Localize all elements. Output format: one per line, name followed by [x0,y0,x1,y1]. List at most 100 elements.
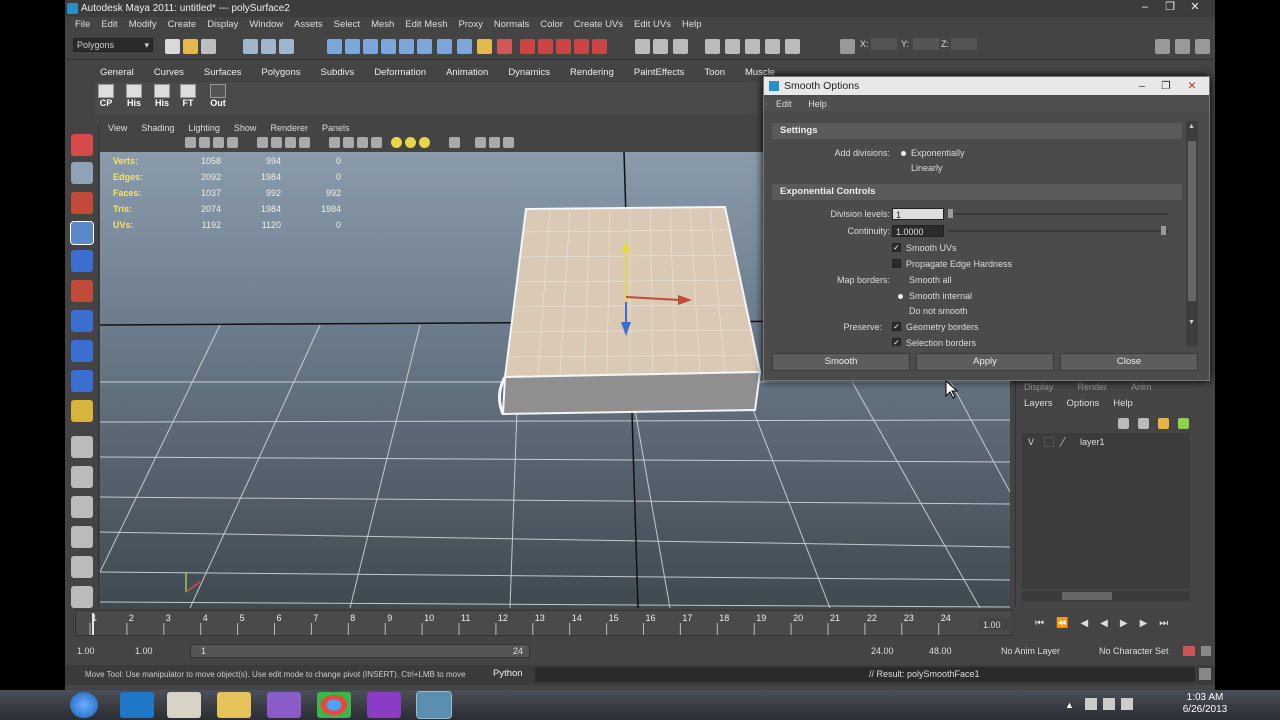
division-levels-field[interactable]: 1 [892,208,944,220]
selection-borders-checkbox[interactable]: ✓ [892,338,901,346]
layer-row[interactable]: V layer1 [1022,437,1190,451]
shelf-tab-general[interactable]: General [100,66,134,80]
radio-smooth-internal[interactable] [898,294,903,299]
viewport-menu-panels[interactable]: Panels [322,121,350,135]
select-object-icon[interactable] [261,39,276,54]
layer-menu-layers[interactable]: Layers [1024,398,1053,412]
xray-joints-icon[interactable] [489,137,500,148]
visual-studio-icon[interactable] [267,692,301,718]
select-tool-icon[interactable] [71,134,93,156]
channel-box-icon[interactable] [673,39,688,54]
division-levels-slider-thumb[interactable] [948,209,953,218]
all-lights-icon[interactable] [405,137,416,148]
layer-from-selection-icon[interactable] [1138,418,1149,429]
tray-arrow-icon[interactable]: ▲ [1065,700,1074,710]
radio-exponentially[interactable] [901,151,906,156]
menu-set-select[interactable]: Polygons ▾ [73,38,153,52]
new-scene-icon[interactable] [165,39,180,54]
camera-select-icon[interactable] [185,137,196,148]
resolution-gate-icon[interactable] [285,137,296,148]
dialog-menu-edit[interactable]: Edit [776,99,792,109]
grid-toggle-icon[interactable] [257,137,268,148]
scale-tool-icon[interactable] [71,280,93,302]
shelf-tab-dynamics[interactable]: Dynamics [508,66,550,80]
menu-create-uvs[interactable]: Create UVs [574,17,623,33]
play-forward-icon[interactable]: ▶ [1120,618,1128,632]
minimize-icon[interactable]: – [1133,0,1157,16]
uv-tool-icon[interactable] [71,400,93,422]
viewport-menu-shading[interactable]: Shading [141,121,174,135]
paint-select-icon[interactable] [71,192,93,214]
hypershade-layout-icon[interactable] [71,586,93,608]
layer-visibility[interactable]: V [1028,437,1034,447]
dialog-maximize-icon[interactable]: ❐ [1157,77,1175,95]
viewport-menu-view[interactable]: View [108,121,127,135]
lasso-tool-icon[interactable] [71,162,93,184]
film-gate-icon[interactable] [271,137,282,148]
settings-section-header[interactable]: Settings [772,123,1182,139]
trax-editor-icon[interactable] [765,39,780,54]
network-icon[interactable] [1103,698,1115,710]
time-slider[interactable]: 1 2 3 4 5 6 7 8 9 10 11 12 13 14 15 16 17 18 19 20 21 22 23 24 [75,610,1013,636]
ipr-render-icon[interactable] [520,39,535,54]
shelf-button-ft[interactable]: FT [177,84,199,110]
render-icon[interactable] [497,39,512,54]
textured-icon[interactable] [371,137,382,148]
step-back-icon[interactable]: ◀︎ [1080,618,1088,632]
menu-window[interactable]: Window [249,17,283,33]
dialog-scrollbar[interactable]: ▲ ▼ [1186,121,1198,346]
book-model[interactable] [498,205,762,416]
shelf-tab-rendering[interactable]: Rendering [570,66,614,80]
menu-normals[interactable]: Normals [494,17,529,33]
anim-layer-dropdown[interactable]: No Anim Layer [1001,646,1060,656]
propagate-checkbox[interactable] [892,259,901,268]
shelf-tab-subdivs[interactable]: Subdivs [321,66,355,80]
bookmark-icon[interactable] [213,137,224,148]
menu-assets[interactable]: Assets [294,17,323,33]
layer-scrollbar[interactable] [1022,591,1190,601]
maximize-icon[interactable]: ❐ [1158,0,1182,16]
four-pane-icon[interactable] [71,466,93,488]
layer-tab-render[interactable]: Render [1078,382,1108,396]
anim-end-field[interactable]: 48.00 [929,646,952,656]
add-to-layer-icon[interactable] [1178,418,1189,429]
wireframe-icon[interactable] [329,137,340,148]
attribute-editor-icon[interactable] [635,39,650,54]
go-start-icon[interactable]: ⏮ [1035,618,1044,632]
shelf-tab-toon[interactable]: Toon [704,66,725,80]
radio-linearly[interactable] [901,166,906,171]
new-layer-icon[interactable] [1118,418,1129,429]
menu-edit-mesh[interactable]: Edit Mesh [405,17,447,33]
xray-icon[interactable] [475,137,486,148]
division-levels-slider[interactable] [948,213,1168,215]
radio-smooth-all[interactable] [898,278,903,283]
shelf-tab-animation[interactable]: Animation [446,66,488,80]
open-scene-icon[interactable] [183,39,198,54]
snap-surface-icon[interactable] [417,39,432,54]
hypershade-icon[interactable] [556,39,571,54]
dialog-title-bar[interactable]: Smooth Options – ❐ ✕ [764,77,1209,95]
single-pane-icon[interactable] [71,436,93,458]
smooth-uvs-checkbox[interactable]: ✓ [892,243,901,252]
side-by-side-icon[interactable] [71,496,93,518]
channel-toggle-icon[interactable] [1175,39,1190,54]
snap-curve-icon[interactable] [345,39,360,54]
select-hierarchy-icon[interactable] [243,39,258,54]
layer-tab-display[interactable]: Display [1024,382,1054,396]
current-time-field[interactable]: 1.00 [979,618,1013,630]
internet-explorer-icon[interactable] [120,692,154,718]
tool-settings-icon[interactable] [653,39,668,54]
auto-key-icon[interactable] [1183,646,1195,656]
snap-point-icon[interactable] [363,39,378,54]
layer-name[interactable]: layer1 [1080,437,1105,447]
layer-type-box[interactable] [1044,437,1054,447]
menu-display[interactable]: Display [207,17,238,33]
shelf-tab-painteffects[interactable]: PaintEffects [634,66,685,80]
preferences-icon[interactable] [1201,646,1211,656]
file-explorer-icon[interactable] [217,692,251,718]
viewport-menu-lighting[interactable]: Lighting [188,121,220,135]
smooth-shade-icon[interactable] [343,137,354,148]
make-live-icon[interactable] [399,39,414,54]
menu-proxy[interactable]: Proxy [459,17,483,33]
scroll-down-icon[interactable]: ▼ [1188,319,1196,327]
